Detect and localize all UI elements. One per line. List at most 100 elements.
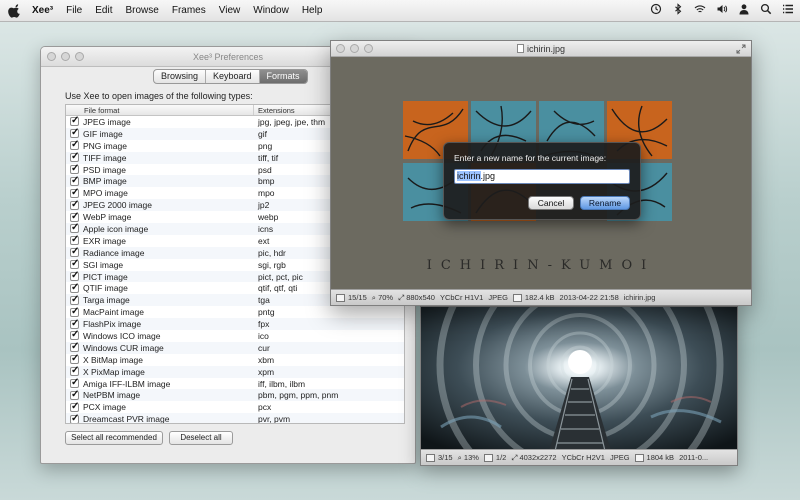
preferences-title: Xee³ Preferences bbox=[192, 52, 264, 62]
format-extensions: xbm bbox=[258, 354, 275, 365]
table-row[interactable]: NetPBM image pbm, pgm, ppm, pnm bbox=[66, 389, 404, 402]
table-row[interactable]: X PixMap image xpm bbox=[66, 365, 404, 378]
bluetooth-icon[interactable] bbox=[672, 3, 684, 15]
image-status-zoom: ⌕ 70% bbox=[372, 293, 393, 303]
rename-button[interactable]: Rename bbox=[580, 196, 630, 210]
format-checkbox[interactable] bbox=[70, 139, 79, 151]
format-name: X PixMap image bbox=[83, 366, 145, 377]
format-checkbox[interactable] bbox=[70, 318, 79, 329]
table-row[interactable]: FlashPix image fpx bbox=[66, 318, 404, 331]
format-name: Targa image bbox=[83, 295, 130, 306]
format-checkbox[interactable] bbox=[70, 377, 79, 389]
zoom-button[interactable] bbox=[75, 52, 84, 61]
table-row[interactable]: Windows CUR image cur bbox=[66, 341, 404, 354]
tunnel-dimensions-text: 4032x2272 bbox=[519, 453, 557, 462]
close-button[interactable] bbox=[47, 52, 56, 61]
format-checkbox[interactable] bbox=[70, 234, 79, 246]
menu-frames[interactable]: Frames bbox=[172, 5, 206, 16]
format-extensions: cur bbox=[258, 342, 270, 353]
tunnel-status-size: 1804 kB bbox=[634, 453, 674, 462]
file-icon bbox=[634, 453, 644, 462]
menu-edit[interactable]: Edit bbox=[95, 5, 112, 16]
format-checkbox[interactable] bbox=[70, 187, 79, 198]
image-minimize-button[interactable] bbox=[350, 44, 359, 53]
format-checkbox[interactable] bbox=[70, 294, 79, 305]
rename-prompt: Enter a new name for the current image: bbox=[454, 153, 607, 163]
menu-file[interactable]: File bbox=[66, 5, 82, 16]
image-close-button[interactable] bbox=[336, 44, 345, 53]
select-all-recommended-button[interactable]: Select all recommended bbox=[65, 431, 163, 445]
table-row[interactable]: PCX image pcx bbox=[66, 401, 404, 413]
format-checkbox[interactable] bbox=[70, 115, 79, 127]
window-controls bbox=[47, 52, 84, 61]
fullscreen-icon[interactable] bbox=[736, 44, 746, 54]
format-checkbox[interactable] bbox=[70, 127, 79, 139]
tab-browsing[interactable]: Browsing bbox=[154, 70, 207, 83]
image-zoom-button[interactable] bbox=[364, 44, 373, 53]
file-icon bbox=[512, 293, 522, 302]
format-checkbox[interactable] bbox=[70, 151, 79, 163]
format-name: Apple icon image bbox=[83, 223, 149, 234]
table-row[interactable]: Windows ICO image ico bbox=[66, 329, 404, 342]
format-checkbox[interactable] bbox=[70, 258, 79, 270]
apple-menu-icon[interactable] bbox=[8, 3, 22, 18]
volume-icon[interactable] bbox=[716, 3, 728, 15]
format-name: Windows ICO image bbox=[83, 330, 161, 341]
format-checkbox[interactable] bbox=[70, 222, 79, 234]
deselect-all-button[interactable]: Deselect all bbox=[169, 431, 233, 445]
notification-list-icon[interactable] bbox=[782, 3, 794, 15]
folder-icon bbox=[426, 453, 435, 462]
format-checkbox[interactable] bbox=[70, 270, 79, 282]
menu-browse[interactable]: Browse bbox=[125, 5, 158, 16]
format-checkbox[interactable] bbox=[70, 246, 79, 258]
format-checkbox[interactable] bbox=[70, 306, 79, 317]
format-checkbox[interactable] bbox=[70, 199, 79, 210]
tab-formats[interactable]: Formats bbox=[259, 70, 307, 83]
table-row[interactable]: Amiga IFF-ILBM image iff, ilbm, ilbm bbox=[66, 377, 404, 390]
image-status-format: JPEG bbox=[488, 293, 508, 302]
format-extensions: fpx bbox=[258, 319, 270, 330]
user-icon[interactable] bbox=[738, 3, 750, 15]
format-checkbox[interactable] bbox=[70, 365, 79, 377]
tunnel-status-index: 3/15 bbox=[426, 453, 453, 462]
format-checkbox[interactable] bbox=[70, 282, 79, 293]
tunnel-zoom-text: 13% bbox=[463, 453, 479, 462]
tab-keyboard[interactable]: Keyboard bbox=[206, 70, 260, 83]
wifi-icon[interactable] bbox=[694, 3, 706, 15]
format-name: GIF image bbox=[83, 128, 123, 139]
menu-help[interactable]: Help bbox=[302, 5, 323, 16]
format-extensions: ico bbox=[258, 330, 269, 341]
table-row[interactable]: X BitMap image xbm bbox=[66, 353, 404, 366]
image-status-filename: ichirin.jpg bbox=[623, 293, 656, 302]
format-checkbox[interactable] bbox=[70, 329, 79, 341]
format-checkbox[interactable] bbox=[70, 341, 79, 353]
format-name: Amiga IFF-ILBM image bbox=[83, 378, 171, 389]
menu-window[interactable]: Window bbox=[253, 5, 289, 16]
format-checkbox[interactable] bbox=[70, 175, 79, 186]
table-row[interactable]: MacPaint image pntg bbox=[66, 306, 404, 318]
menu-view[interactable]: View bbox=[219, 5, 241, 16]
header-file-format[interactable]: File format bbox=[82, 105, 254, 115]
cancel-button[interactable]: Cancel bbox=[528, 196, 574, 210]
table-row[interactable]: Dreamcast PVR image pvr, pvm bbox=[66, 413, 404, 424]
format-checkbox[interactable] bbox=[70, 163, 79, 174]
minimize-button[interactable] bbox=[61, 52, 70, 61]
format-extensions: pcx bbox=[258, 402, 272, 413]
format-checkbox[interactable] bbox=[70, 353, 79, 365]
spotlight-icon[interactable] bbox=[760, 3, 772, 15]
rename-input[interactable]: ichirin.jpg bbox=[454, 169, 630, 184]
format-checkbox[interactable] bbox=[70, 401, 79, 412]
format-extensions: iff, ilbm, ilbm bbox=[258, 378, 306, 389]
format-checkbox[interactable] bbox=[70, 211, 79, 222]
document-proxy-icon[interactable] bbox=[516, 44, 524, 53]
format-checkbox[interactable] bbox=[70, 389, 79, 400]
format-checkbox[interactable] bbox=[70, 413, 79, 423]
time-machine-icon[interactable] bbox=[650, 3, 662, 15]
tunnel-index-text: 3/15 bbox=[438, 453, 453, 462]
format-name: MacPaint image bbox=[83, 307, 144, 318]
image-dimensions-text: 880x540 bbox=[406, 293, 435, 302]
format-extensions: pvr, pvm bbox=[258, 414, 291, 424]
tunnel-status-dimensions: ⤢ 4032x2272 bbox=[511, 453, 556, 463]
menu-app-name[interactable]: Xee³ bbox=[32, 5, 53, 16]
image-window-titlebar[interactable]: ichirin.jpg bbox=[331, 41, 751, 57]
